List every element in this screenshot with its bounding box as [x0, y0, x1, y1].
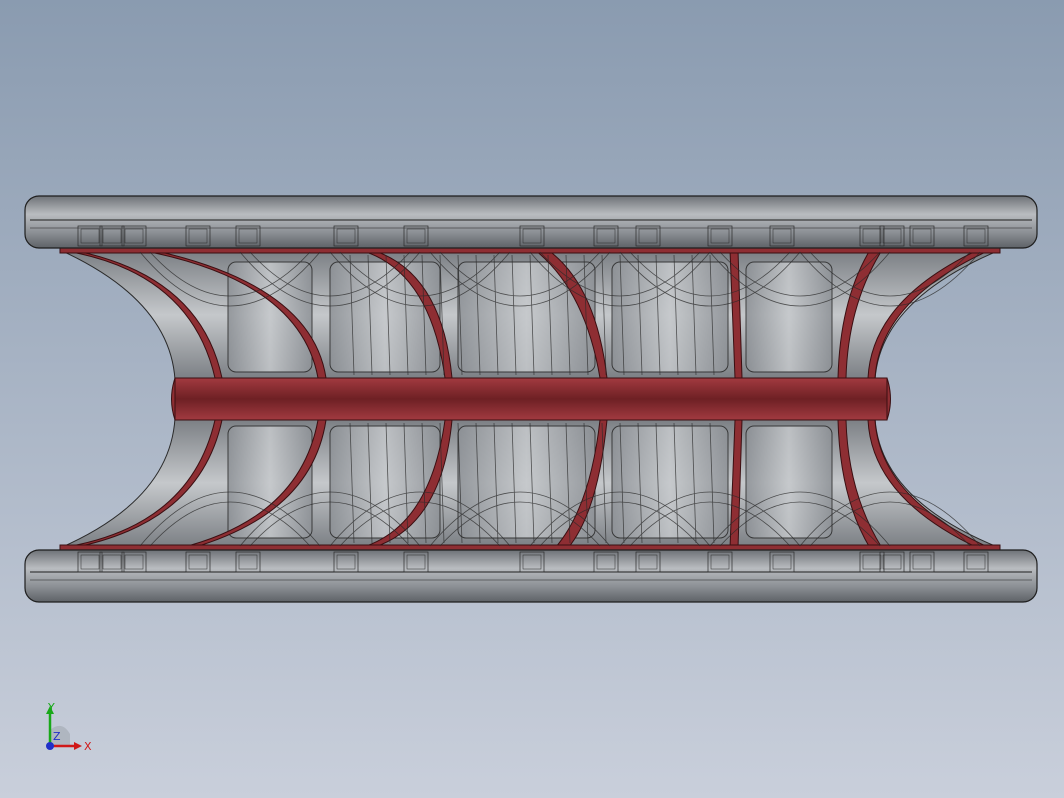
triad-z-axis [46, 742, 54, 750]
upper-cell-1 [329, 261, 441, 373]
lower-cell-4 [745, 425, 833, 539]
top-rail [24, 195, 1038, 249]
lower-cell-1 [329, 425, 441, 539]
triad-z-label: Z [53, 730, 61, 743]
bottom-rail [24, 549, 1038, 603]
triad-x-label: X [84, 740, 92, 753]
triad-y-label: Y [47, 701, 55, 714]
model-view[interactable] [0, 0, 1064, 798]
graphics-viewport[interactable]: Y X Z [0, 0, 1064, 798]
triad-x-arrow [74, 742, 82, 750]
orientation-triad[interactable]: Y X Z [40, 700, 100, 760]
part-body[interactable] [24, 195, 1038, 603]
section-core [174, 377, 888, 421]
upper-cell-4 [745, 261, 833, 373]
